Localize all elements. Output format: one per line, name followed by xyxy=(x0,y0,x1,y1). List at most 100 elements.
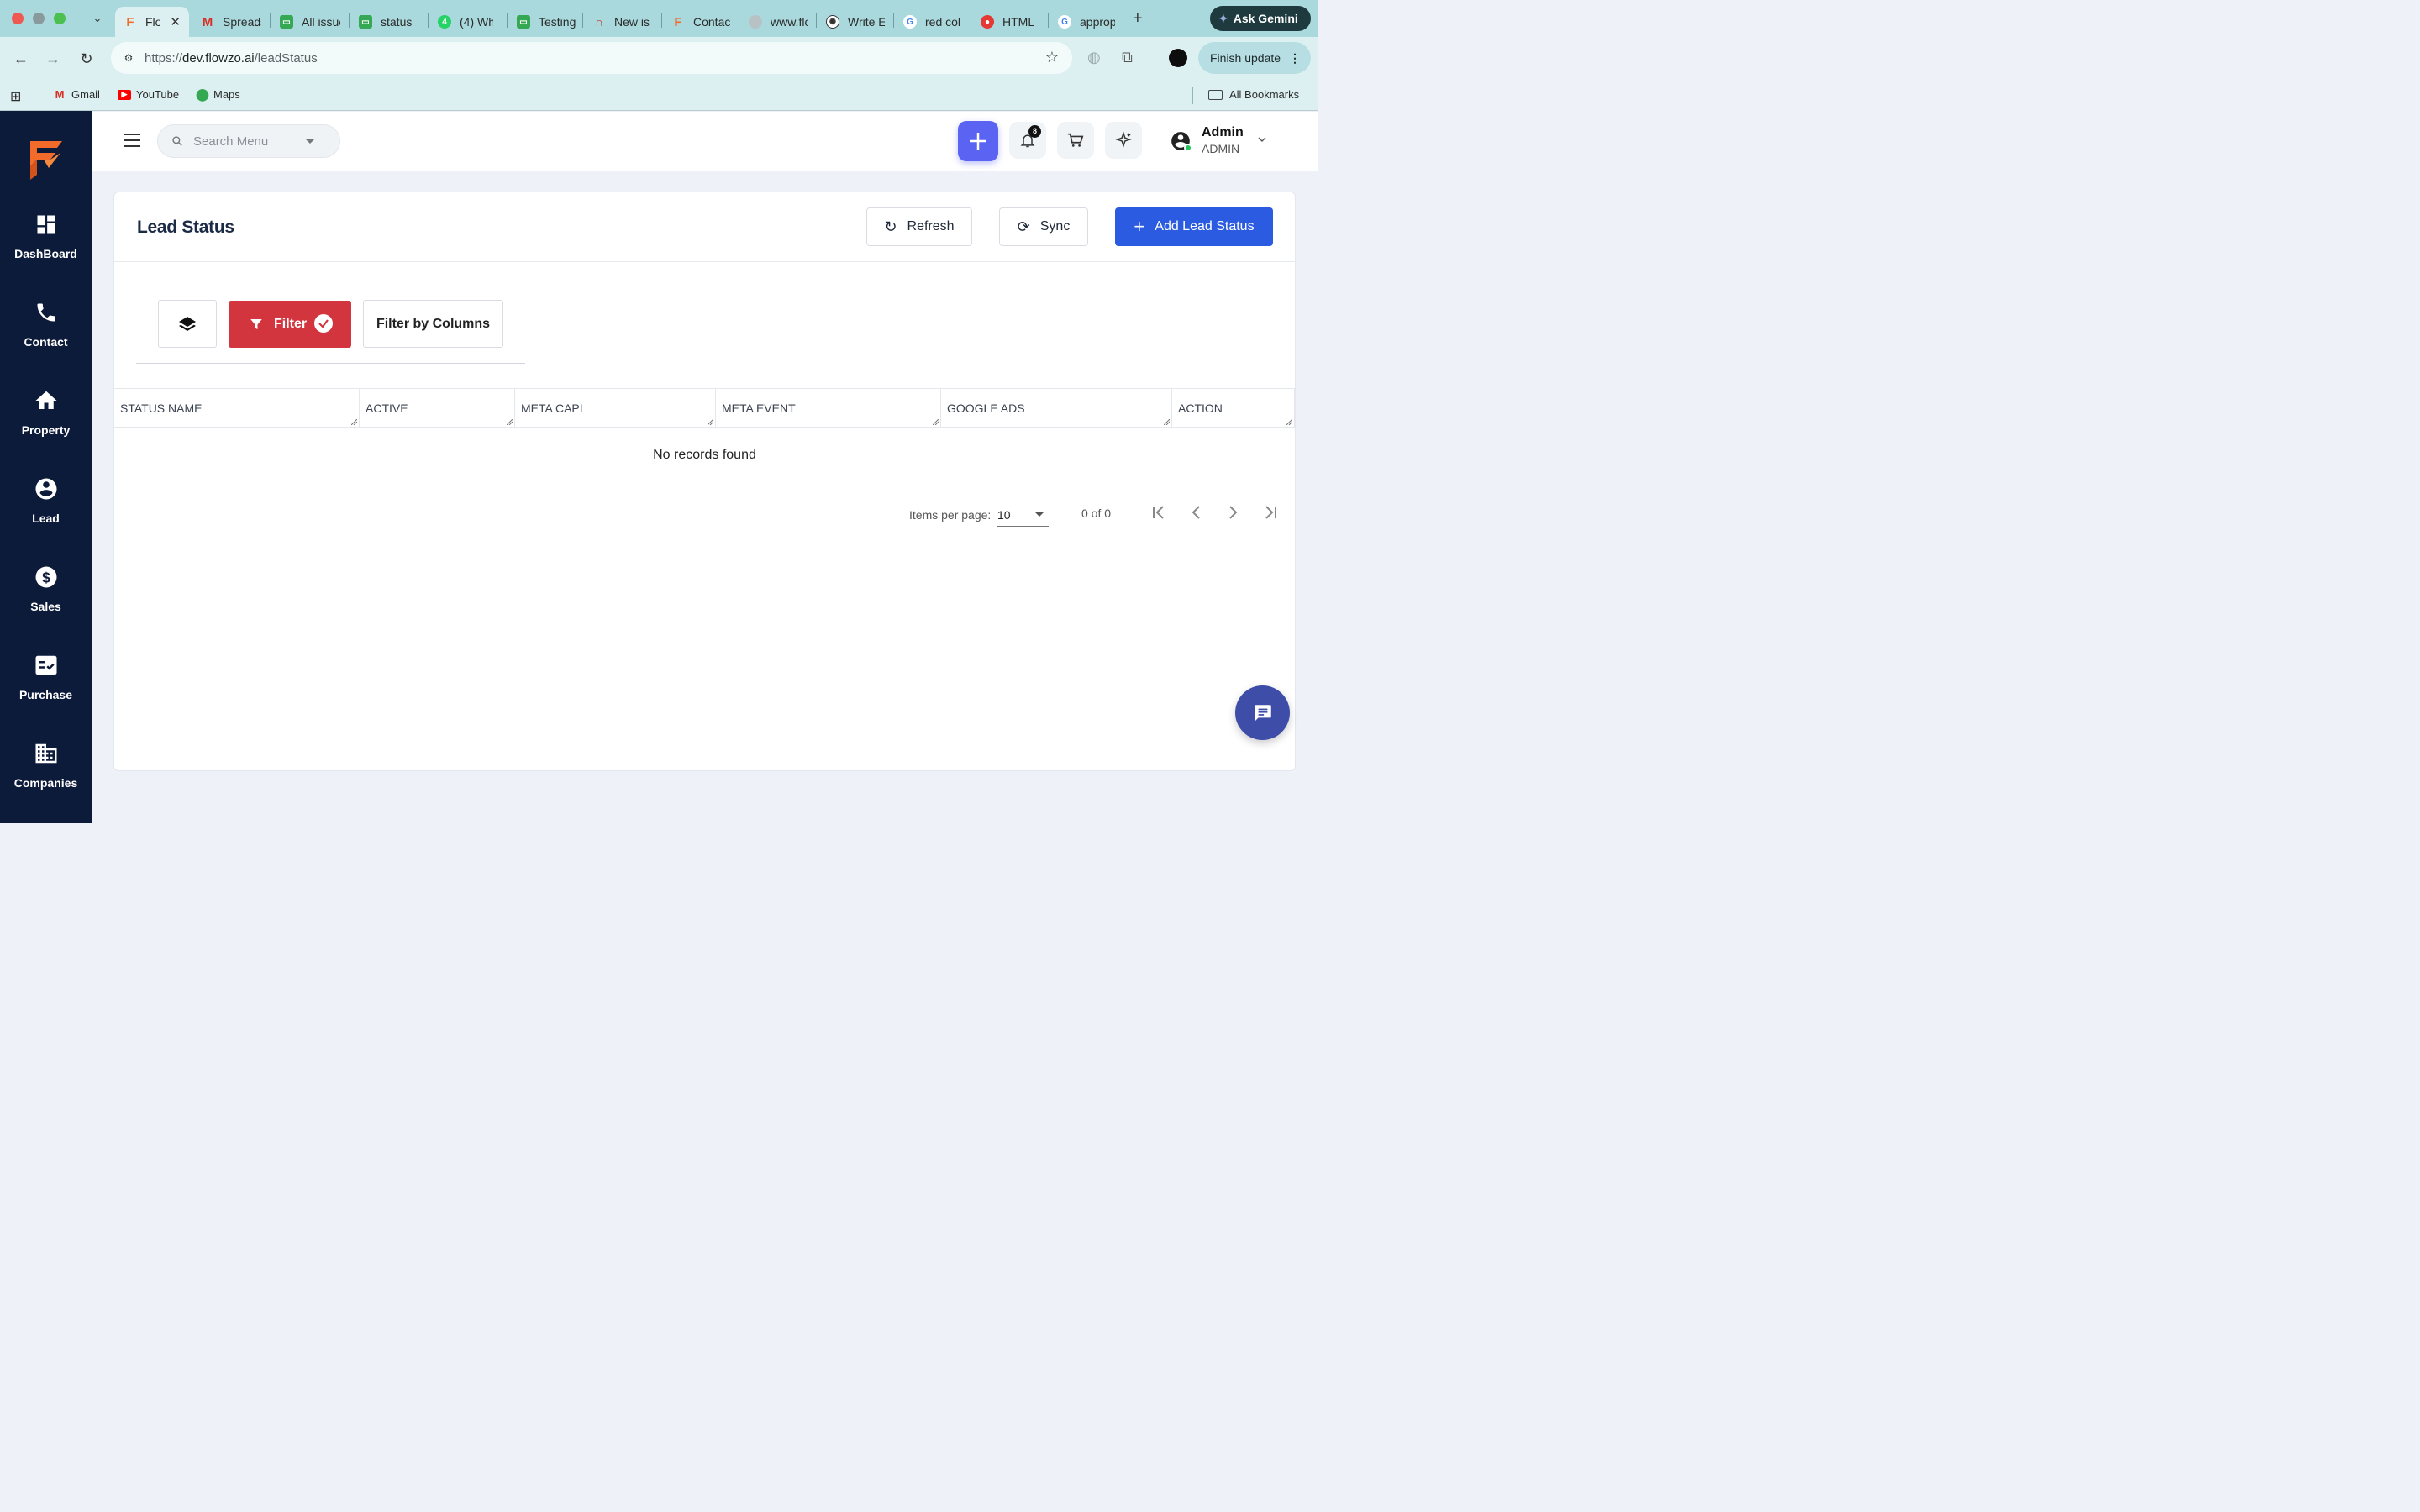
browser-tab[interactable]: ● HTML xyxy=(972,7,1048,37)
bookmarks-bar: ⊞ M Gmail ▶ YouTube ⬤ Maps All Bookmarks xyxy=(0,81,1318,111)
whatsapp-favicon-icon: 4 xyxy=(438,15,451,29)
column-header-meta-event[interactable]: META EVENT xyxy=(716,389,941,427)
filter-button[interactable]: Filter xyxy=(229,301,351,348)
hamburger-menu-icon[interactable] xyxy=(124,134,140,147)
cart-button[interactable] xyxy=(1057,122,1094,159)
browser-tab[interactable]: G appropriate xyxy=(1050,7,1125,37)
browser-tab[interactable]: F Contact xyxy=(663,7,739,37)
maximize-window-button[interactable] xyxy=(54,13,66,24)
sidebar-item-sales[interactable]: $ Sales xyxy=(0,564,92,640)
plus-icon xyxy=(970,133,986,150)
chevron-down-icon[interactable] xyxy=(1258,135,1266,144)
ai-sparkle-button[interactable] xyxy=(1105,122,1142,159)
resize-handle-icon[interactable] xyxy=(1286,419,1292,425)
lead-status-card: Lead Status ↻ Refresh ⟳ Sync + Add Lead … xyxy=(113,192,1296,771)
column-header-google-ads[interactable]: GOOGLE ADS xyxy=(941,389,1172,427)
layers-icon xyxy=(179,316,196,331)
add-lead-status-button[interactable]: + Add Lead Status xyxy=(1115,207,1273,246)
notification-count-badge: 8 xyxy=(1028,125,1041,138)
user-name[interactable]: Admin xyxy=(1202,125,1244,140)
browser-tab[interactable]: ▭ status xyxy=(350,7,428,37)
filter-divider xyxy=(136,363,525,364)
browser-tab[interactable]: F Flowzo ✕ xyxy=(115,7,189,37)
resize-handle-icon[interactable] xyxy=(507,419,513,425)
issue-favicon-icon: ∩ xyxy=(594,15,604,29)
flowzo-favicon-icon: F xyxy=(126,14,134,29)
close-window-button[interactable] xyxy=(12,13,24,24)
last-page-icon[interactable] xyxy=(1260,503,1279,522)
sheet-favicon-icon: ▭ xyxy=(517,15,530,29)
page-title: Lead Status xyxy=(137,218,234,237)
all-bookmarks-button[interactable]: All Bookmarks xyxy=(1208,88,1299,101)
notifications-button[interactable]: 8 xyxy=(1009,122,1046,159)
forward-arrow-icon[interactable]: → xyxy=(42,48,64,70)
resize-handle-icon[interactable] xyxy=(1164,419,1170,425)
bookmark-youtube[interactable]: ▶ YouTube xyxy=(118,88,179,101)
globe-favicon-icon xyxy=(749,15,762,29)
resize-handle-icon[interactable] xyxy=(351,419,357,425)
minimize-window-button[interactable] xyxy=(33,13,45,24)
address-bar[interactable]: ⚙ https://dev.flowzo.ai/leadStatus ☆ xyxy=(111,42,1072,74)
translate-globe-icon[interactable]: ◍ xyxy=(1087,49,1101,66)
dashboard-icon xyxy=(34,212,59,237)
flowzo-logo[interactable] xyxy=(25,136,67,180)
back-arrow-icon[interactable]: ← xyxy=(10,48,32,70)
previous-page-icon[interactable] xyxy=(1187,503,1206,522)
check-circle-icon xyxy=(314,314,333,333)
layers-button[interactable] xyxy=(158,300,217,348)
google-favicon-icon: G xyxy=(903,15,917,29)
profile-avatar[interactable] xyxy=(1169,49,1187,67)
sidebar-item-property[interactable]: Property xyxy=(0,388,92,464)
url-text: https://dev.flowzo.ai/leadStatus xyxy=(145,50,318,66)
column-header-active[interactable]: ACTIVE xyxy=(360,389,515,427)
browser-tab[interactable]: ✺ Write E xyxy=(818,7,893,37)
sidebar-item-lead[interactable]: Lead xyxy=(0,476,92,552)
browser-tab[interactable]: www.flowzo xyxy=(740,7,816,37)
user-role: ADMIN xyxy=(1202,142,1240,155)
folder-icon xyxy=(1208,89,1223,100)
column-header-meta-capi[interactable]: META CAPI xyxy=(515,389,716,427)
browser-tab-bar: ⌄ F Flowzo ✕ M Spreadsheet ▭ All issues … xyxy=(0,0,1318,37)
finish-update-button[interactable]: Finish update ⋮ xyxy=(1198,42,1311,74)
sidebar-item-contact[interactable]: Contact xyxy=(0,300,92,375)
youtube-icon: ▶ xyxy=(118,89,131,100)
sync-button[interactable]: ⟳ Sync xyxy=(999,207,1088,246)
sidebar-item-dashboard[interactable]: DashBoard xyxy=(0,212,92,287)
refresh-button[interactable]: ↻ Refresh xyxy=(866,207,972,246)
browser-tab[interactable]: M Spreadsheet xyxy=(192,7,270,37)
resize-handle-icon[interactable] xyxy=(708,419,713,425)
resize-handle-icon[interactable] xyxy=(933,419,939,425)
bookmark-gmail[interactable]: M Gmail xyxy=(53,88,100,101)
svg-text:$: $ xyxy=(42,569,50,585)
sidebar-item-companies[interactable]: Companies xyxy=(0,741,92,816)
column-header-status-name[interactable]: STATUS NAME xyxy=(114,389,360,427)
column-header-action[interactable]: ACTION xyxy=(1172,389,1295,427)
account-circle-icon xyxy=(34,476,59,501)
quick-add-button[interactable] xyxy=(958,121,998,161)
tab-search-chevron-icon[interactable]: ⌄ xyxy=(89,10,106,27)
browser-tab[interactable]: ∩ New issue xyxy=(584,7,661,37)
apps-grid-icon[interactable]: ⊞ xyxy=(10,88,21,105)
browser-tab[interactable]: 4 (4) WhatsApp xyxy=(429,7,507,37)
sidebar-item-purchase[interactable]: Purchase xyxy=(0,653,92,728)
filter-by-columns-button[interactable]: Filter by Columns xyxy=(363,300,503,348)
site-settings-icon[interactable]: ⚙ xyxy=(119,49,138,67)
items-per-page-select[interactable]: 10 xyxy=(997,505,1049,527)
bookmark-star-icon[interactable]: ☆ xyxy=(1045,49,1059,66)
next-page-icon[interactable] xyxy=(1223,503,1242,522)
browser-tab[interactable]: ▭ Testing xyxy=(508,7,582,37)
close-tab-icon[interactable]: ✕ xyxy=(170,14,181,29)
search-menu-input[interactable]: Search Menu xyxy=(157,124,340,158)
extensions-puzzle-icon[interactable]: ⧉ xyxy=(1122,49,1133,66)
browser-tab[interactable]: ▭ All issues xyxy=(271,7,349,37)
flowzo-favicon-icon: F xyxy=(674,14,682,29)
browser-tab[interactable]: G red color xyxy=(895,7,971,37)
new-tab-button[interactable]: + xyxy=(1133,9,1143,29)
building-icon xyxy=(34,741,59,766)
bookmark-maps[interactable]: ⬤ Maps xyxy=(196,87,240,101)
chat-button[interactable] xyxy=(1235,685,1290,740)
app-sidebar: DashBoard Contact Property Lead $ Sales … xyxy=(0,111,92,823)
ask-gemini-button[interactable]: ✦ Ask Gemini xyxy=(1210,6,1311,31)
reload-icon[interactable]: ↻ xyxy=(76,48,97,70)
first-page-icon[interactable] xyxy=(1150,503,1169,522)
